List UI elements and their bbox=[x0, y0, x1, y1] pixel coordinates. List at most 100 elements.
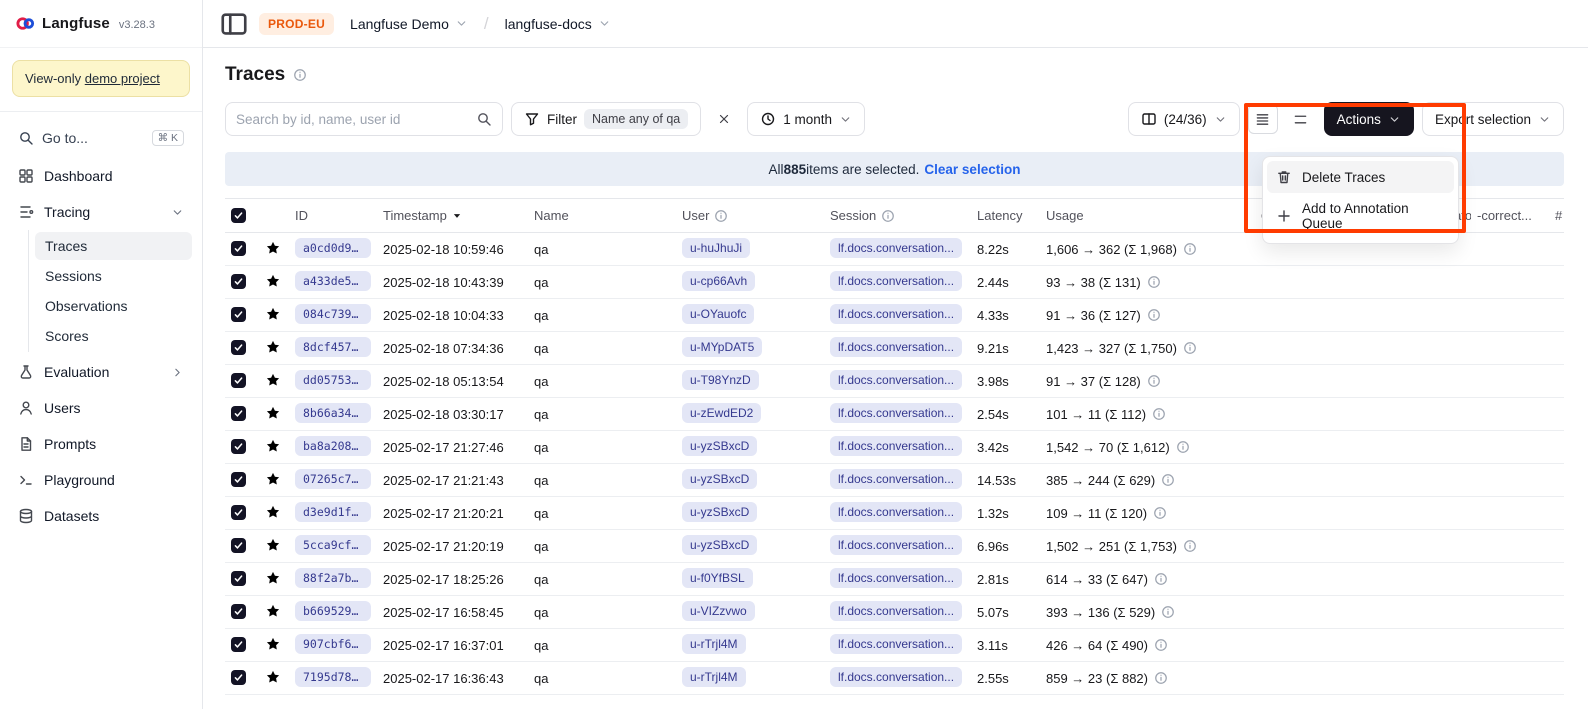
row-checkbox[interactable] bbox=[231, 307, 246, 322]
trace-id-badge[interactable]: 8dcf4574... bbox=[295, 337, 371, 357]
row-checkbox[interactable] bbox=[231, 604, 246, 619]
trace-id-badge[interactable]: ba8a208f... bbox=[295, 436, 371, 456]
column-header-usage[interactable]: Usage bbox=[1040, 199, 1254, 233]
table-row[interactable]: 8dcf4574...2025-02-18 07:34:36qau-MYpDAT… bbox=[225, 332, 1564, 365]
session-id-badge[interactable]: lf.docs.conversation... bbox=[830, 535, 962, 555]
bookmark-star-icon[interactable] bbox=[265, 240, 281, 256]
session-id-badge[interactable]: lf.docs.conversation... bbox=[830, 238, 962, 258]
table-row[interactable]: dd05753...2025-02-18 05:13:54qau-T98YnzD… bbox=[225, 365, 1564, 398]
sidebar-item-prompts[interactable]: Prompts bbox=[10, 428, 192, 460]
row-checkbox[interactable] bbox=[231, 472, 246, 487]
row-height-expanded-button[interactable] bbox=[1286, 104, 1316, 134]
session-id-badge[interactable]: lf.docs.conversation... bbox=[830, 568, 962, 588]
table-row[interactable]: d3e9d1f2...2025-02-17 21:20:21qau-yzSBxc… bbox=[225, 497, 1564, 530]
sidebar-item-playground[interactable]: Playground bbox=[10, 464, 192, 496]
org-switcher[interactable]: Langfuse Demo bbox=[344, 10, 474, 38]
trace-id-badge[interactable]: 084c739... bbox=[295, 304, 371, 324]
menu-item-delete-traces[interactable]: Delete Traces bbox=[1267, 161, 1454, 193]
user-id-badge[interactable]: u-T98YnzD bbox=[682, 370, 759, 390]
trace-id-badge[interactable]: 07265c7a... bbox=[295, 469, 371, 489]
row-checkbox[interactable] bbox=[231, 670, 246, 685]
info-icon[interactable] bbox=[1176, 440, 1190, 454]
bookmark-star-icon[interactable] bbox=[265, 438, 281, 454]
user-id-badge[interactable]: u-cp66Avh bbox=[682, 271, 755, 291]
table-row[interactable]: ba8a208f...2025-02-17 21:27:46qau-yzSBxc… bbox=[225, 431, 1564, 464]
row-checkbox[interactable] bbox=[231, 274, 246, 289]
trace-id-badge[interactable]: 5cca9cf2... bbox=[295, 535, 371, 555]
info-icon[interactable] bbox=[1152, 407, 1166, 421]
sidebar-item-observations[interactable]: Observations bbox=[35, 292, 192, 320]
trace-id-badge[interactable]: b669529... bbox=[295, 601, 371, 621]
info-icon[interactable] bbox=[1147, 308, 1161, 322]
info-icon[interactable] bbox=[1147, 374, 1161, 388]
row-checkbox[interactable] bbox=[231, 538, 246, 553]
bookmark-star-icon[interactable] bbox=[265, 372, 281, 388]
user-id-badge[interactable]: u-rTrjl4M bbox=[682, 667, 746, 687]
column-header-timestamp[interactable]: Timestamp bbox=[377, 199, 528, 233]
sidebar-item-tracing[interactable]: Tracing bbox=[10, 196, 192, 228]
info-icon[interactable] bbox=[1154, 572, 1168, 586]
row-checkbox[interactable] bbox=[231, 637, 246, 652]
row-checkbox[interactable] bbox=[231, 505, 246, 520]
sidebar-item-traces[interactable]: Traces bbox=[35, 232, 192, 260]
bookmark-star-icon[interactable] bbox=[265, 273, 281, 289]
user-id-badge[interactable]: u-OYauofc bbox=[682, 304, 754, 324]
bookmark-star-icon[interactable] bbox=[265, 339, 281, 355]
info-icon[interactable] bbox=[1147, 275, 1161, 289]
table-row[interactable]: 88f2a7b0...2025-02-17 18:25:26qau-f0YfBS… bbox=[225, 563, 1564, 596]
bookmark-star-icon[interactable] bbox=[265, 471, 281, 487]
user-id-badge[interactable]: u-yzSBxcD bbox=[682, 502, 757, 522]
bookmark-star-icon[interactable] bbox=[265, 570, 281, 586]
goto-search[interactable]: Go to... ⌘ K bbox=[10, 124, 192, 152]
table-row[interactable]: 8b66a34...2025-02-18 03:30:17qau-zEwdED2… bbox=[225, 398, 1564, 431]
demo-project-link[interactable]: demo project bbox=[85, 71, 160, 86]
trace-id-badge[interactable]: 88f2a7b0... bbox=[295, 568, 371, 588]
user-id-badge[interactable]: u-f0YfBSL bbox=[682, 568, 753, 588]
session-id-badge[interactable]: lf.docs.conversation... bbox=[830, 403, 962, 423]
session-id-badge[interactable]: lf.docs.conversation... bbox=[830, 436, 962, 456]
search-input[interactable] bbox=[236, 112, 468, 127]
row-height-compact-button[interactable] bbox=[1248, 104, 1278, 134]
sidebar-item-sessions[interactable]: Sessions bbox=[35, 262, 192, 290]
sidebar-item-users[interactable]: Users bbox=[10, 392, 192, 424]
bookmark-star-icon[interactable] bbox=[265, 636, 281, 652]
info-icon[interactable] bbox=[1153, 506, 1167, 520]
column-header-session[interactable]: Session bbox=[824, 199, 971, 233]
column-header-latency[interactable]: Latency bbox=[971, 199, 1040, 233]
sidebar-toggle-button[interactable] bbox=[219, 9, 249, 39]
session-id-badge[interactable]: lf.docs.conversation... bbox=[830, 502, 962, 522]
session-id-badge[interactable]: lf.docs.conversation... bbox=[830, 667, 962, 687]
sidebar-item-scores[interactable]: Scores bbox=[35, 322, 192, 350]
bookmark-star-icon[interactable] bbox=[265, 669, 281, 685]
row-checkbox[interactable] bbox=[231, 406, 246, 421]
user-id-badge[interactable]: u-MYpDAT5 bbox=[682, 337, 762, 357]
row-checkbox[interactable] bbox=[231, 340, 246, 355]
trace-id-badge[interactable]: 7195d78e... bbox=[295, 667, 371, 687]
bookmark-star-icon[interactable] bbox=[265, 405, 281, 421]
session-id-badge[interactable]: lf.docs.conversation... bbox=[830, 271, 962, 291]
table-row[interactable]: a433de51...2025-02-18 10:43:39qau-cp66Av… bbox=[225, 266, 1564, 299]
table-row[interactable]: 5cca9cf2...2025-02-17 21:20:19qau-yzSBxc… bbox=[225, 530, 1564, 563]
bookmark-star-icon[interactable] bbox=[265, 603, 281, 619]
table-row[interactable]: 084c739...2025-02-18 10:04:33qau-OYauofc… bbox=[225, 299, 1564, 332]
user-id-badge[interactable]: u-zEwdED2 bbox=[682, 403, 761, 423]
info-icon[interactable] bbox=[714, 209, 728, 223]
user-id-badge[interactable]: u-VIZzvwo bbox=[682, 601, 755, 621]
bookmark-star-icon[interactable] bbox=[265, 306, 281, 322]
column-header-id[interactable]: ID bbox=[289, 199, 377, 233]
info-icon[interactable] bbox=[1183, 242, 1197, 256]
info-icon[interactable] bbox=[1161, 605, 1175, 619]
info-icon[interactable] bbox=[881, 209, 895, 223]
actions-button[interactable]: Actions bbox=[1324, 102, 1414, 136]
sidebar-item-evaluation[interactable]: Evaluation bbox=[10, 356, 192, 388]
info-icon[interactable] bbox=[1183, 341, 1197, 355]
bookmark-star-icon[interactable] bbox=[265, 537, 281, 553]
column-header-name[interactable]: Name bbox=[528, 199, 676, 233]
table-row[interactable]: 907cbf6e...2025-02-17 16:37:01qau-rTrjl4… bbox=[225, 629, 1564, 662]
select-all-checkbox[interactable] bbox=[231, 208, 246, 223]
info-icon[interactable] bbox=[1161, 473, 1175, 487]
user-id-badge[interactable]: u-rTrjl4M bbox=[682, 634, 746, 654]
table-row[interactable]: b669529...2025-02-17 16:58:45qau-VIZzvwo… bbox=[225, 596, 1564, 629]
column-visibility-button[interactable]: (24/36) bbox=[1128, 102, 1240, 136]
info-icon[interactable] bbox=[1154, 638, 1168, 652]
